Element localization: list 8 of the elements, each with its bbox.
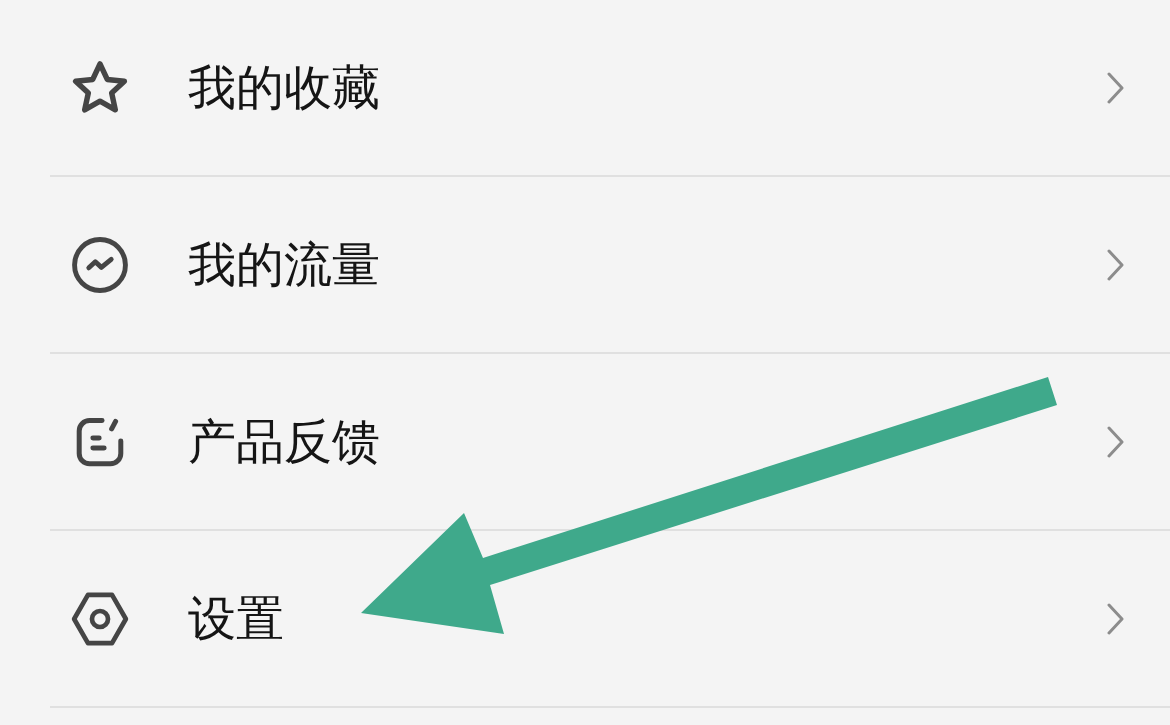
chevron-right-icon [1107, 71, 1124, 104]
star-icon [72, 60, 128, 115]
chevron-right-icon [1107, 602, 1124, 635]
settings-icon [71, 591, 129, 646]
feedback-note-icon [75, 415, 125, 468]
trend-circle-icon [72, 236, 128, 293]
chevron-right-icon [1107, 425, 1124, 458]
chevron-right-icon [1107, 248, 1124, 281]
